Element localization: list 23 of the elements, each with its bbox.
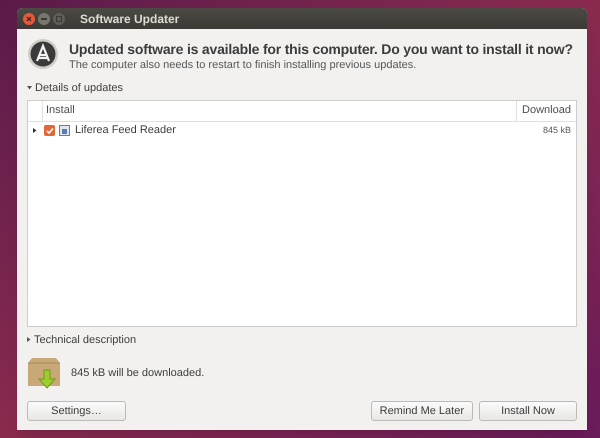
- app-icon: [59, 125, 70, 136]
- checkbox[interactable]: [44, 125, 55, 136]
- technical-description-expander[interactable]: Technical description: [27, 332, 136, 348]
- heading: Updated software is available for this computer. Do you want to install it now?: [69, 40, 573, 58]
- column-header[interactable]: Download: [516, 100, 576, 120]
- action-button[interactable]: Remind Me Later: [370, 401, 473, 421]
- expanded-arrow-icon: [27, 86, 32, 90]
- package-name: Liferea Feed Reader: [75, 123, 177, 138]
- window-title: Software Updater: [80, 10, 180, 28]
- expand-arrow-icon[interactable]: [33, 128, 39, 133]
- maximize-icon[interactable]: [53, 12, 65, 24]
- collapsed-arrow-icon: [27, 337, 31, 342]
- column-header[interactable]: Install: [43, 100, 516, 120]
- subheading: The computer also needs to restart to finish installing previous updates.: [69, 58, 418, 72]
- updater-icon: [27, 38, 59, 70]
- minimize-icon[interactable]: [38, 12, 50, 24]
- action-button[interactable]: Install Now: [479, 401, 577, 421]
- details-expander[interactable]: Details of updates: [27, 80, 124, 96]
- download-size: 845 kB: [542, 124, 571, 137]
- close-icon[interactable]: [23, 12, 35, 24]
- action-button[interactable]: Settings…: [27, 401, 126, 421]
- download-summary: 845 kB will be downloaded.: [71, 366, 204, 381]
- package-download-icon: [27, 357, 61, 389]
